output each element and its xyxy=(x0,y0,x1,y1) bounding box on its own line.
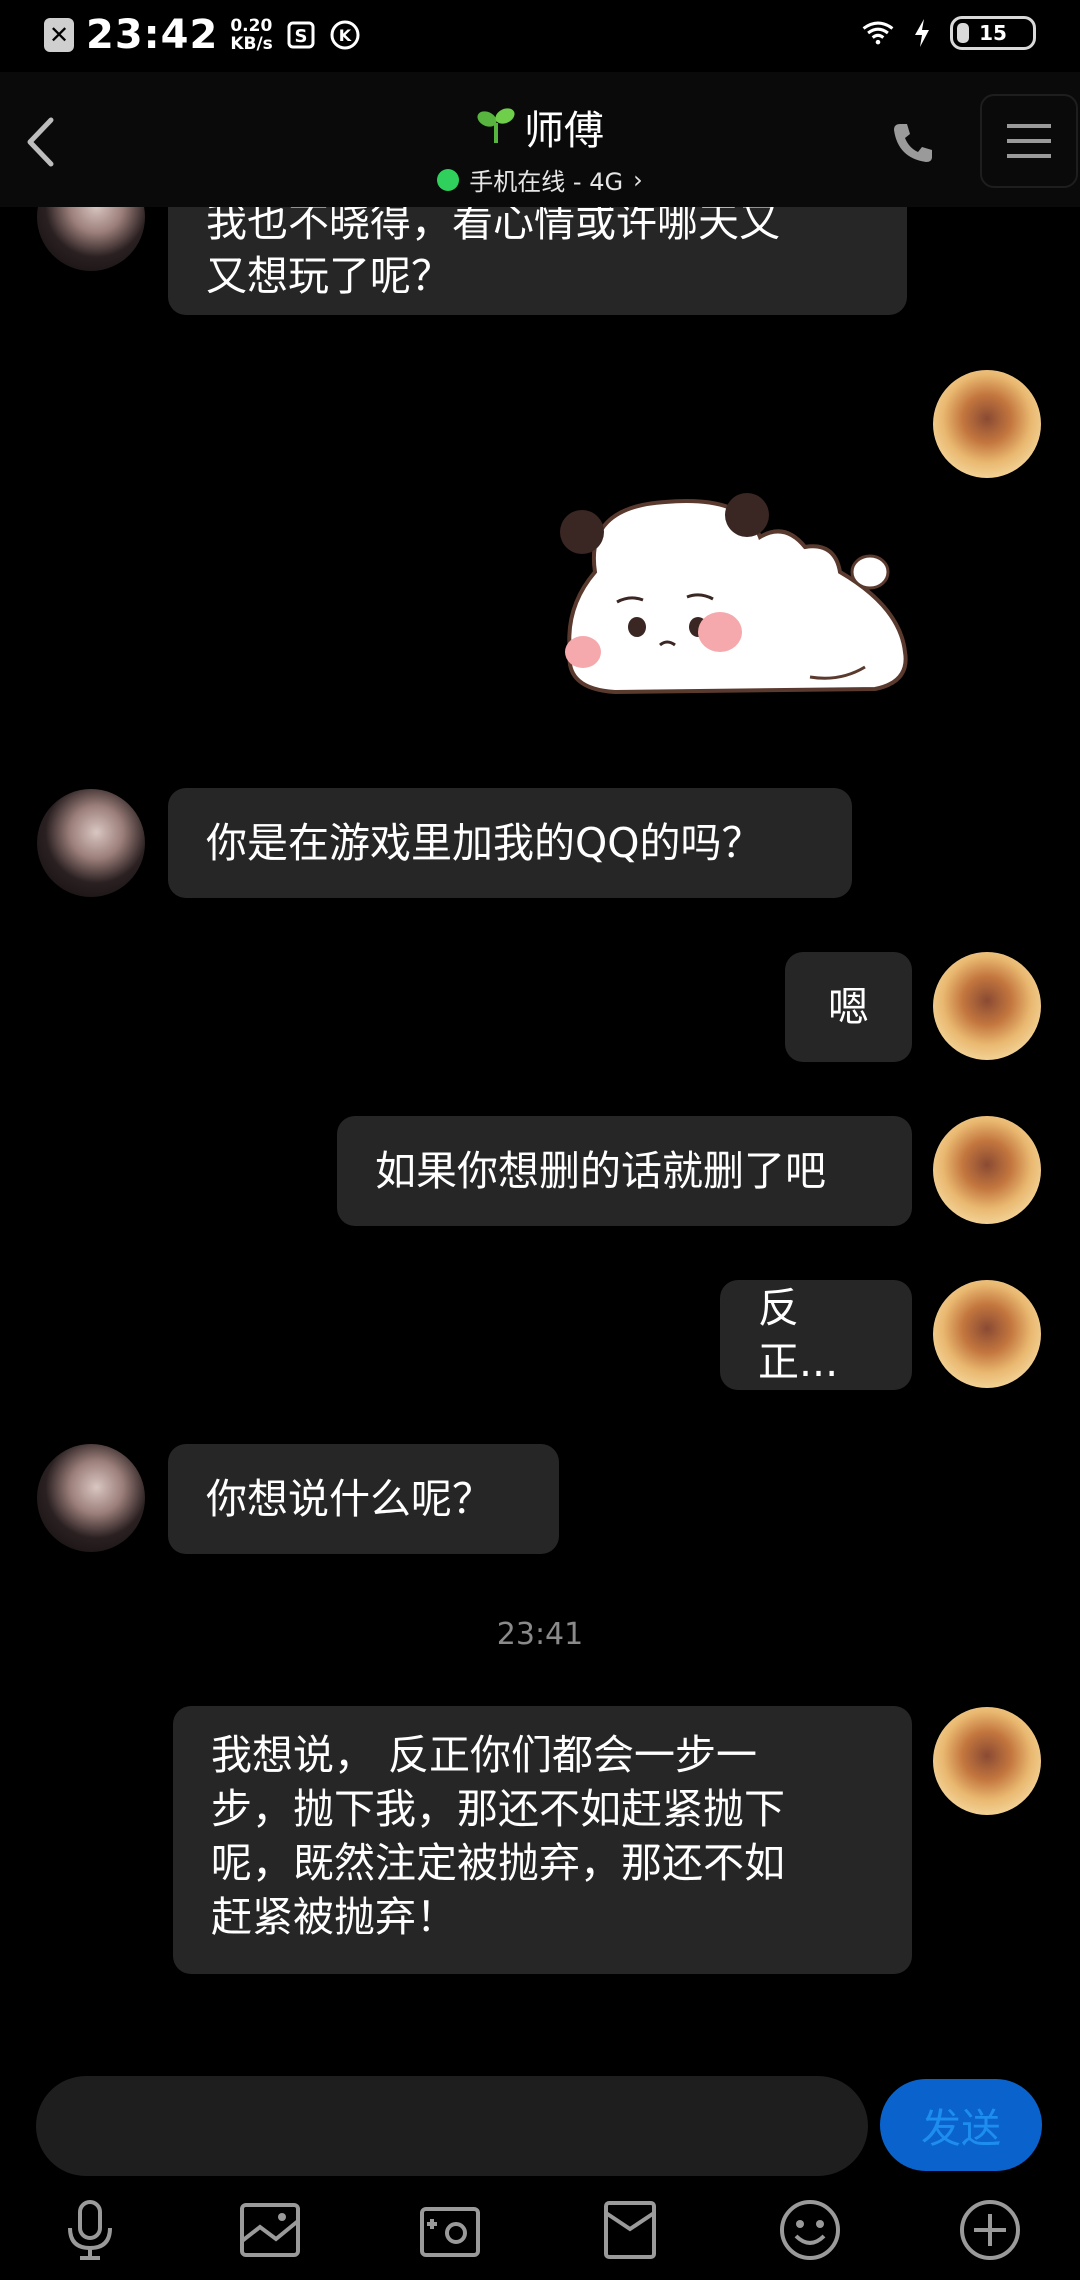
chat-header: 师傅 手机在线 - 4G › xyxy=(0,72,1080,207)
input-toolbar xyxy=(0,2180,1080,2280)
message-bubble[interactable]: 我也不晓得，看心情或许哪天又 又想玩了呢？ xyxy=(168,207,907,315)
sleepy-bear-sticker[interactable] xyxy=(555,477,910,712)
message-input[interactable] xyxy=(36,2076,868,2176)
voice-call-button[interactable] xyxy=(880,110,946,176)
mic-icon[interactable] xyxy=(52,2192,128,2268)
friend-avatar[interactable] xyxy=(37,207,145,271)
my-avatar[interactable] xyxy=(933,1116,1041,1224)
online-dot-icon xyxy=(437,168,460,191)
composer: 发送 xyxy=(0,2065,1080,2190)
message-bubble[interactable]: 反正... xyxy=(720,1280,912,1390)
contact-name[interactable]: 师傅 xyxy=(524,98,604,156)
my-avatar[interactable] xyxy=(933,952,1041,1060)
wifi-icon xyxy=(862,17,894,49)
battery-icon: 15 xyxy=(950,16,1036,50)
my-avatar[interactable] xyxy=(933,370,1041,478)
my-avatar[interactable] xyxy=(933,1707,1041,1815)
chevron-right-icon: › xyxy=(633,165,643,194)
svg-text:K: K xyxy=(339,26,352,45)
k-app-icon: K xyxy=(329,19,361,51)
image-icon[interactable] xyxy=(232,2192,308,2268)
camera-icon[interactable] xyxy=(412,2192,488,2268)
online-status[interactable]: 手机在线 - 4G › xyxy=(437,162,643,197)
notification-x-icon: ✕ xyxy=(44,18,74,52)
send-button[interactable]: 发送 xyxy=(880,2079,1042,2171)
phone-icon xyxy=(894,124,932,162)
message-bubble[interactable]: 我想说， 反正你们都会一步一 步，抛下我，那还不如赶紧抛下 呢，既然注定被抛弃，… xyxy=(173,1706,912,1974)
screenshot-icon: S xyxy=(285,19,317,51)
message-bubble[interactable]: 嗯 xyxy=(785,952,912,1062)
emoji-icon[interactable] xyxy=(772,2192,848,2268)
message-list[interactable]: 我也不晓得，看心情或许哪天又 又想玩了呢？ 你是在游戏里加我的QQ的吗？ 嗯 如… xyxy=(0,207,1080,2067)
message-bubble[interactable]: 如果你想删的话就删了吧 xyxy=(337,1116,912,1226)
message-bubble[interactable]: 你想说什么呢？ xyxy=(168,1444,559,1554)
status-bar: ✕ 23:42 0.20 KB/s S K 15 xyxy=(0,0,1080,72)
menu-icon xyxy=(1007,124,1051,158)
red-packet-icon[interactable] xyxy=(592,2192,668,2268)
status-time: 23:42 xyxy=(86,12,219,58)
friend-avatar[interactable] xyxy=(37,1444,145,1552)
message-timestamp: 23:41 xyxy=(496,1617,584,1652)
menu-button[interactable] xyxy=(980,94,1078,188)
message-bubble[interactable]: 你是在游戏里加我的QQ的吗？ xyxy=(168,788,852,898)
my-avatar[interactable] xyxy=(933,1280,1041,1388)
svg-text:S: S xyxy=(294,26,307,47)
network-speed: 0.20 KB/s xyxy=(230,16,273,54)
friend-avatar[interactable] xyxy=(37,789,145,897)
charging-icon xyxy=(906,17,938,49)
plus-icon[interactable] xyxy=(952,2192,1028,2268)
sprout-icon xyxy=(476,105,516,149)
